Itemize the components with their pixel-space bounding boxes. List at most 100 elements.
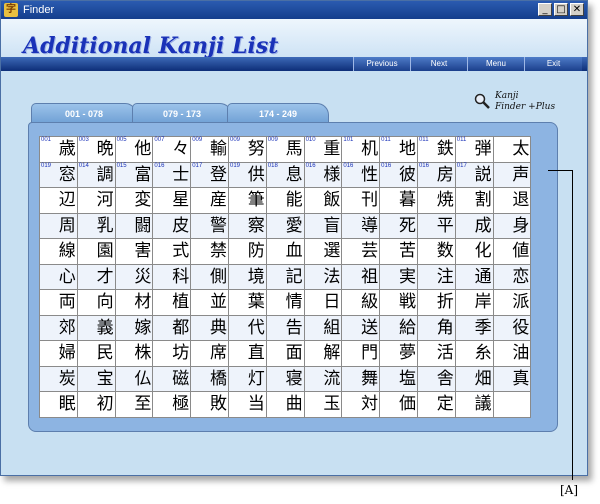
kanji-cell[interactable]: 馬 009: [266, 137, 305, 163]
kanji-cell[interactable]: 禁: [191, 239, 229, 265]
kanji-cell[interactable]: 心: [40, 264, 78, 290]
kanji-cell[interactable]: 極: [153, 392, 192, 418]
kanji-cell[interactable]: 葉: [228, 290, 267, 316]
kanji-cell[interactable]: 眠: [40, 392, 78, 418]
kanji-cell[interactable]: 房 016: [417, 162, 456, 188]
kanji-cell[interactable]: 他 005: [115, 137, 154, 163]
kanji-cell[interactable]: 恋: [493, 264, 532, 290]
kanji-cell[interactable]: 登 017: [191, 162, 229, 188]
kanji-cell[interactable]: 重 010: [304, 137, 343, 163]
title-bar[interactable]: 字 Finder _ □ ✕: [1, 1, 587, 19]
kanji-cell[interactable]: 机 101: [342, 137, 381, 163]
kanji-cell[interactable]: 変: [115, 188, 154, 214]
kanji-cell[interactable]: 真: [493, 366, 532, 392]
kanji-cell[interactable]: 乳: [77, 213, 116, 239]
kanji-cell[interactable]: 暮: [380, 188, 418, 214]
kanji-cell[interactable]: 飯: [304, 188, 343, 214]
kanji-cell[interactable]: 岸: [455, 290, 494, 316]
kanji-cell[interactable]: 成: [455, 213, 494, 239]
kanji-cell[interactable]: 産: [191, 188, 229, 214]
kanji-cell[interactable]: 焼: [417, 188, 456, 214]
kanji-cell[interactable]: 橋: [191, 366, 229, 392]
kanji-cell[interactable]: 戦: [380, 290, 418, 316]
kanji-cell[interactable]: 議: [455, 392, 494, 418]
kanji-cell[interactable]: 郊: [40, 315, 78, 341]
kanji-cell[interactable]: 盲: [304, 213, 343, 239]
kanji-cell[interactable]: 組: [304, 315, 343, 341]
kanji-cell[interactable]: 導: [342, 213, 381, 239]
kanji-cell[interactable]: 供 019: [228, 162, 267, 188]
kanji-cell[interactable]: 給: [380, 315, 418, 341]
kanji-cell[interactable]: 弾 011: [455, 137, 494, 163]
kanji-cell[interactable]: 星: [153, 188, 192, 214]
kanji-cell[interactable]: 科: [153, 264, 192, 290]
kanji-cell[interactable]: 線: [40, 239, 78, 265]
magnifier-icon[interactable]: [474, 93, 490, 109]
kanji-cell[interactable]: 害: [115, 239, 154, 265]
kanji-cell[interactable]: 門: [342, 341, 381, 367]
kanji-cell[interactable]: 玉: [304, 392, 343, 418]
kanji-cell[interactable]: 敗: [191, 392, 229, 418]
kanji-cell[interactable]: 定: [417, 392, 456, 418]
kanji-cell[interactable]: 炭: [40, 366, 78, 392]
kanji-cell[interactable]: 晩 003: [77, 137, 116, 163]
kanji-cell[interactable]: 通: [455, 264, 494, 290]
kanji-cell[interactable]: 坊: [153, 341, 192, 367]
kanji-cell[interactable]: 夢: [380, 341, 418, 367]
kanji-cell[interactable]: 苦: [380, 239, 418, 265]
kanji-cell[interactable]: 向: [77, 290, 116, 316]
kanji-cell[interactable]: 察: [228, 213, 267, 239]
kanji-cell[interactable]: 選: [304, 239, 343, 265]
kanji-cell[interactable]: 河: [77, 188, 116, 214]
kanji-cell[interactable]: 面: [266, 341, 305, 367]
kanji-cell[interactable]: 情: [266, 290, 305, 316]
kanji-cell[interactable]: 化: [455, 239, 494, 265]
exit-button[interactable]: Exit: [524, 57, 582, 71]
kanji-cell[interactable]: 祖: [342, 264, 381, 290]
kanji-cell[interactable]: 歳 001: [40, 137, 78, 163]
kanji-cell[interactable]: 防: [228, 239, 267, 265]
kanji-cell[interactable]: 季: [455, 315, 494, 341]
kanji-cell[interactable]: 才: [77, 264, 116, 290]
kanji-cell[interactable]: 境: [228, 264, 267, 290]
kanji-cell[interactable]: 角: [417, 315, 456, 341]
kanji-cell[interactable]: 太: [493, 137, 532, 163]
kanji-cell[interactable]: 窓 019: [40, 162, 78, 188]
kanji-cell[interactable]: 曲: [266, 392, 305, 418]
kanji-cell[interactable]: 民: [77, 341, 116, 367]
kanji-cell[interactable]: 流: [304, 366, 343, 392]
kanji-cell[interactable]: 性 016: [342, 162, 381, 188]
kanji-cell[interactable]: 日: [304, 290, 343, 316]
kanji-cell[interactable]: 宝: [77, 366, 116, 392]
kanji-cell[interactable]: 血: [266, 239, 305, 265]
kanji-cell[interactable]: 園: [77, 239, 116, 265]
kanji-cell[interactable]: 災: [115, 264, 154, 290]
kanji-cell[interactable]: 代: [228, 315, 267, 341]
kanji-cell[interactable]: 輸 009: [191, 137, 229, 163]
kanji-cell[interactable]: 値: [493, 239, 532, 265]
kanji-cell[interactable]: 地 011: [380, 137, 418, 163]
kanji-cell[interactable]: 典: [191, 315, 229, 341]
kanji-finder-label[interactable]: Kanji Finder +Plus: [495, 91, 555, 113]
kanji-cell[interactable]: 活: [417, 341, 456, 367]
kanji-cell[interactable]: 々 007: [153, 137, 192, 163]
kanji-cell[interactable]: 材: [115, 290, 154, 316]
kanji-cell[interactable]: 闘: [115, 213, 154, 239]
minimize-button[interactable]: _: [538, 3, 552, 16]
kanji-cell[interactable]: 割: [455, 188, 494, 214]
kanji-cell[interactable]: 努 009: [228, 137, 267, 163]
kanji-cell[interactable]: 説 017: [455, 162, 494, 188]
kanji-cell[interactable]: 役: [493, 315, 532, 341]
kanji-cell[interactable]: 息 018: [266, 162, 305, 188]
kanji-cell[interactable]: 寝: [266, 366, 305, 392]
kanji-cell[interactable]: 刊: [342, 188, 381, 214]
kanji-cell[interactable]: 当: [228, 392, 267, 418]
kanji-cell[interactable]: 法: [304, 264, 343, 290]
kanji-cell[interactable]: 調 014: [77, 162, 116, 188]
previous-button[interactable]: Previous: [353, 57, 410, 71]
kanji-cell[interactable]: [493, 392, 532, 418]
kanji-cell[interactable]: 辺: [40, 188, 78, 214]
kanji-cell[interactable]: 鉄 011: [417, 137, 456, 163]
kanji-cell[interactable]: 解: [304, 341, 343, 367]
kanji-cell[interactable]: 嫁: [115, 315, 154, 341]
